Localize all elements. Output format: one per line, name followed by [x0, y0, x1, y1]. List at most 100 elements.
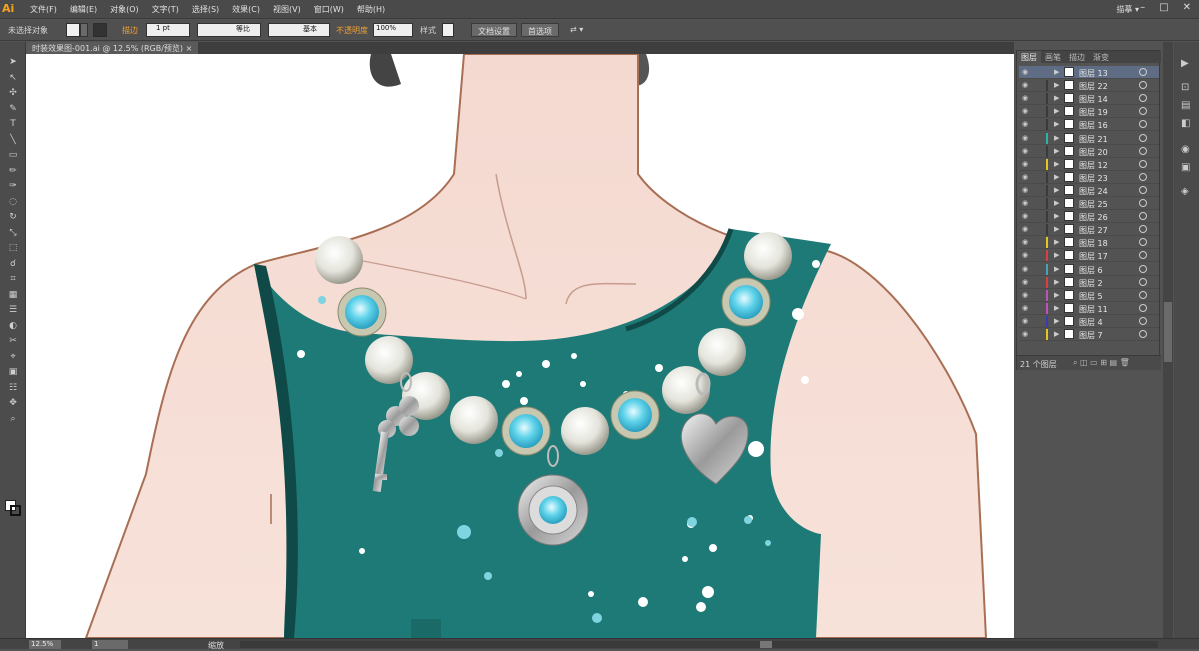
layer-name[interactable]: 图层 2 [1079, 278, 1103, 289]
menu-item[interactable]: 对象(O) [110, 4, 139, 15]
layer-row[interactable]: ◉ ▶ 图层 19 [1019, 105, 1159, 119]
vertical-scroll-thumb[interactable] [1164, 302, 1172, 362]
layer-name[interactable]: 图层 12 [1079, 160, 1108, 171]
expand-arrow-icon[interactable]: ▶ [1054, 173, 1059, 181]
layer-name[interactable]: 图层 13 [1079, 68, 1108, 79]
layer-row[interactable]: ◉ ▶ 图层 27 [1019, 223, 1159, 237]
target-circle-icon[interactable] [1139, 68, 1147, 76]
tool-icon[interactable]: ☷ [7, 383, 19, 393]
panel-tab[interactable]: 图层 [1017, 51, 1041, 63]
target-circle-icon[interactable] [1139, 212, 1147, 221]
document-tab[interactable]: 时装效果图-001.ai @ 12.5% (RGB/预览) × [26, 42, 199, 54]
tool-icon[interactable]: ➤ [7, 58, 19, 67]
menu-item[interactable]: 文件(F) [30, 4, 57, 15]
layer-row[interactable]: ◉ ▶ 图层 25 [1019, 197, 1159, 210]
target-circle-icon[interactable] [1139, 264, 1147, 273]
layer-row[interactable]: ◉ ▶ 图层 2 [1019, 276, 1159, 289]
layer-name[interactable]: 图层 22 [1079, 81, 1108, 92]
target-circle-icon[interactable] [1139, 120, 1147, 129]
visibility-eye-icon[interactable]: ◉ [1022, 147, 1028, 155]
tool-icon[interactable]: ╲ [7, 135, 19, 145]
layer-row[interactable]: ◉ ▶ 图层 4 [1019, 315, 1159, 328]
layer-name[interactable]: 图层 23 [1079, 173, 1108, 184]
layer-row[interactable]: ◉ ▶ 图层 17 [1019, 249, 1159, 263]
tool-icon[interactable]: ⤡ [7, 228, 19, 238]
layer-row[interactable]: ◉ ▶ 图层 12 [1019, 158, 1159, 171]
visibility-eye-icon[interactable]: ◉ [1022, 68, 1028, 76]
layer-row[interactable]: ◉ ▶ 图层 21 [1019, 132, 1159, 145]
opacity-field[interactable]: 100% [373, 23, 413, 37]
layer-row[interactable]: ◉ ▶ 图层 22 [1019, 79, 1159, 93]
minimize-icon[interactable]: – [1140, 2, 1145, 13]
preferences-button[interactable]: 首选项 [521, 23, 559, 37]
visibility-eye-icon[interactable]: ◉ [1022, 120, 1028, 128]
tool-icon[interactable]: ✂ [7, 337, 19, 346]
tool-icon[interactable]: ▦ [7, 290, 19, 300]
expand-arrow-icon[interactable]: ▶ [1054, 160, 1059, 168]
expand-arrow-icon[interactable]: ▶ [1054, 107, 1059, 115]
artboard-canvas[interactable] [26, 54, 1014, 638]
visibility-eye-icon[interactable]: ◉ [1022, 265, 1028, 273]
target-circle-icon[interactable] [1139, 225, 1147, 234]
play-icon[interactable]: ▶ [1181, 58, 1189, 69]
target-circle-icon[interactable] [1139, 133, 1147, 142]
layer-name[interactable]: 图层 14 [1079, 94, 1108, 105]
workspace-switcher[interactable]: 描摹 ▾ [1116, 4, 1139, 15]
visibility-eye-icon[interactable]: ◉ [1022, 251, 1028, 259]
layer-name[interactable]: 图层 20 [1079, 147, 1108, 158]
expand-arrow-icon[interactable]: ▶ [1054, 291, 1059, 299]
visibility-eye-icon[interactable]: ◉ [1022, 330, 1028, 338]
target-circle-icon[interactable] [1139, 81, 1147, 90]
layer-row[interactable]: ◉ ▶ 图层 7 [1019, 328, 1159, 341]
panel-tab[interactable]: 画笔 [1041, 51, 1065, 63]
expand-arrow-icon[interactable]: ▶ [1054, 251, 1059, 259]
fill-swatch[interactable] [66, 23, 80, 37]
document-setup-button[interactable]: 文档设置 [471, 23, 517, 37]
tool-icon[interactable]: ✎ [7, 104, 19, 114]
target-circle-icon[interactable] [1139, 185, 1147, 194]
arrange-icon[interactable]: ⇄ ▾ [570, 25, 583, 34]
visibility-eye-icon[interactable]: ◉ [1022, 160, 1028, 168]
expand-arrow-icon[interactable]: ▶ [1054, 94, 1059, 102]
tool-icon[interactable]: ☌ [7, 259, 19, 269]
visibility-eye-icon[interactable]: ◉ [1022, 94, 1028, 102]
horizontal-scroll-thumb[interactable] [760, 641, 772, 648]
visibility-eye-icon[interactable]: ◉ [1022, 173, 1028, 181]
close-icon[interactable]: ✕ [1183, 2, 1191, 13]
layer-name[interactable]: 图层 27 [1079, 225, 1108, 236]
tool-icon[interactable]: ☰ [7, 306, 19, 315]
zoom-field[interactable]: 12.5% [29, 640, 61, 649]
appearance-icon[interactable]: ◉ [1181, 144, 1190, 155]
expand-arrow-icon[interactable]: ▶ [1054, 225, 1059, 233]
layer-name[interactable]: 图层 26 [1079, 212, 1108, 223]
visibility-eye-icon[interactable]: ◉ [1022, 212, 1028, 220]
layer-name[interactable]: 图层 5 [1079, 291, 1103, 302]
target-circle-icon[interactable] [1139, 107, 1147, 116]
expand-arrow-icon[interactable]: ▶ [1054, 81, 1059, 89]
visibility-eye-icon[interactable]: ◉ [1022, 81, 1028, 89]
pathfinder-icon[interactable]: ◧ [1181, 118, 1190, 129]
maximize-icon[interactable]: □ [1159, 2, 1168, 13]
layer-name[interactable]: 图层 17 [1079, 251, 1108, 262]
target-circle-icon[interactable] [1139, 238, 1147, 247]
expand-arrow-icon[interactable]: ▶ [1054, 134, 1059, 142]
stroke-weight-field[interactable]: 1 pt [146, 23, 190, 37]
layer-name[interactable]: 图层 11 [1079, 304, 1108, 315]
tool-icon[interactable]: ◌ [7, 197, 19, 207]
layer-row[interactable]: ◉ ▶ 图层 16 [1019, 118, 1159, 132]
layer-row[interactable]: ◉ ▶ 图层 20 [1019, 145, 1159, 158]
opacity-label[interactable]: 不透明度 [336, 25, 368, 36]
style-swatch[interactable] [442, 23, 454, 37]
target-circle-icon[interactable] [1139, 330, 1147, 338]
tool-icon[interactable]: ✣ [7, 89, 19, 98]
menu-item[interactable]: 选择(S) [192, 4, 219, 15]
layer-row[interactable]: ◉ ▶ 图层 18 [1019, 236, 1159, 250]
expand-arrow-icon[interactable]: ▶ [1054, 317, 1059, 325]
target-circle-icon[interactable] [1139, 172, 1147, 181]
expand-arrow-icon[interactable]: ▶ [1054, 238, 1059, 246]
stroke-color-swatch[interactable] [10, 505, 21, 516]
target-circle-icon[interactable] [1139, 251, 1147, 260]
expand-arrow-icon[interactable]: ▶ [1054, 212, 1059, 220]
tool-icon[interactable]: ↻ [7, 213, 19, 222]
tool-icon[interactable]: ↖ [7, 73, 19, 83]
